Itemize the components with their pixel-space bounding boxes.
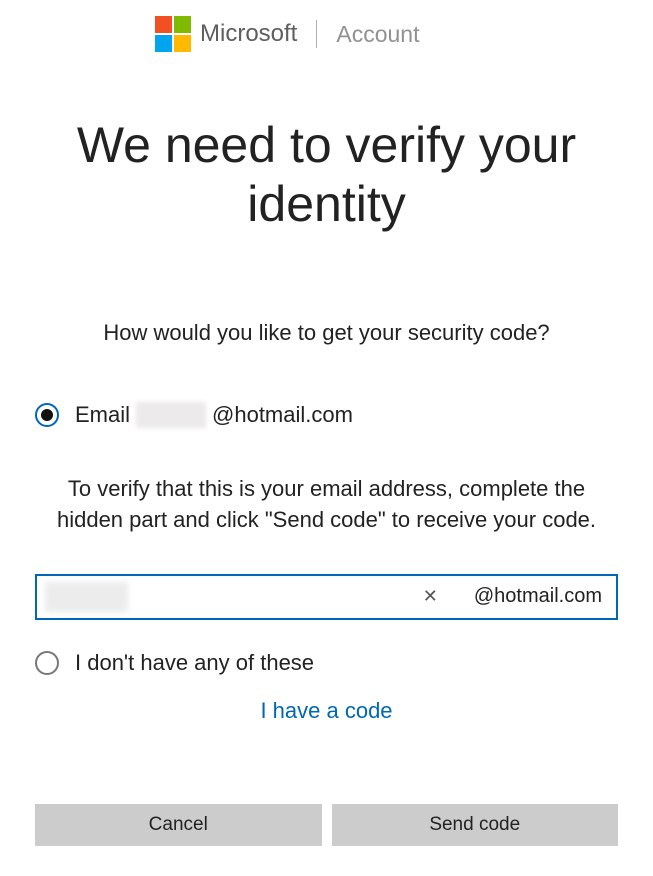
microsoft-logo-icon [155,16,191,52]
brand-label: Microsoft [200,20,297,48]
redacted-email-local [136,402,206,428]
option-email-row[interactable]: Email @hotmail.com [35,402,618,428]
prompt-subtitle: How would you like to get your security … [35,320,618,346]
clear-icon[interactable]: ✕ [417,586,444,607]
option-none-row[interactable]: I don't have any of these [35,650,618,676]
cancel-button[interactable]: Cancel [35,804,322,846]
instruction-text: To verify that this is your email addres… [35,474,618,536]
radio-email[interactable] [35,403,59,427]
radio-email-label: Email @hotmail.com [75,402,353,428]
header: Microsoft Account [35,0,618,52]
button-row: Cancel Send code [35,804,618,846]
email-verify-input-row[interactable]: ✕ @hotmail.com [35,574,618,620]
header-divider [316,20,317,48]
email-prefix: Email [75,402,130,428]
have-code-link[interactable]: I have a code [35,698,618,724]
redacted-input-value [45,582,128,612]
email-suffix: @hotmail.com [444,585,616,608]
radio-none-label: I don't have any of these [75,650,314,676]
email-local-input[interactable] [128,576,417,618]
email-domain: @hotmail.com [212,402,353,428]
page-title: We need to verify your identity [35,116,618,234]
radio-none[interactable] [35,651,59,675]
section-label: Account [336,21,419,48]
send-code-button[interactable]: Send code [332,804,619,846]
